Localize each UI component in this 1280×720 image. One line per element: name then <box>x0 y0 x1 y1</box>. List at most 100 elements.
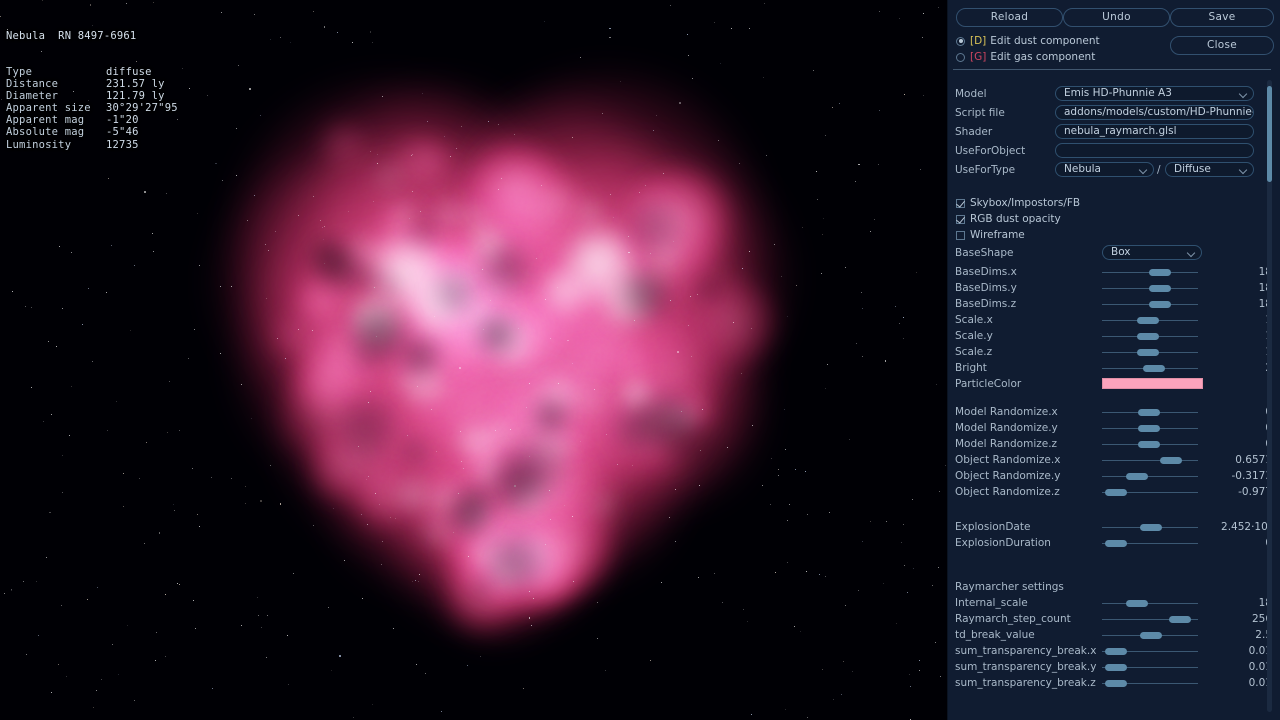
slider-row: BaseDims.z 18 <box>947 296 1280 312</box>
particle-color-label: ParticleColor <box>955 378 1022 390</box>
object-info-row: Diameter 121.79 ly <box>6 90 178 102</box>
object-info-value: -5"46 <box>106 126 139 139</box>
radio-dust-key: [D] <box>970 35 987 47</box>
slider-thumb[interactable] <box>1105 680 1127 687</box>
slider-row: Bright2 <box>947 360 1280 376</box>
slider-row: BaseDims.x 18 <box>947 264 1280 280</box>
useforobject-input[interactable] <box>1055 143 1254 158</box>
slider-thumb[interactable] <box>1160 457 1182 464</box>
slider-label: BaseDims.x <box>955 266 1017 278</box>
slider-row: Object Randomize.y -0.3173 <box>947 468 1280 484</box>
radio-gas-indicator <box>956 52 965 62</box>
slider-thumb[interactable] <box>1137 349 1159 356</box>
baseshape-select[interactable]: Box <box>1102 245 1202 260</box>
slider-thumb[interactable] <box>1138 425 1160 432</box>
slider-thumb[interactable] <box>1140 632 1162 639</box>
slider-thumb[interactable] <box>1126 473 1148 480</box>
shader-input[interactable]: nebula_raymarch.glsl <box>1055 124 1254 139</box>
checkbox-rgb-dust-opacity[interactable]: RGB dust opacity <box>956 213 1061 225</box>
slider-label: Raymarch_step_count <box>955 613 1071 625</box>
save-button[interactable]: Save <box>1170 8 1274 27</box>
slider-thumb[interactable] <box>1105 664 1127 671</box>
shader-value: nebula_raymarch.glsl <box>1064 125 1177 137</box>
nebula-render <box>216 72 788 639</box>
slider-thumb[interactable] <box>1169 616 1191 623</box>
model-select-value: Emis HD-Phunnie A3 <box>1064 87 1172 99</box>
slider-label: Bright <box>955 362 987 374</box>
slider-row: Scale.y1 <box>947 328 1280 344</box>
raymarcher-section-heading: Raymarcher settings <box>955 581 1064 593</box>
slider-thumb[interactable] <box>1149 269 1171 276</box>
object-info-value: 30°29'27"95 <box>106 102 178 115</box>
radio-edit-dust-component[interactable]: [D] Edit dust component <box>956 35 1100 47</box>
slider-row: td_break_value 2.5 <box>947 627 1280 643</box>
object-info-key: Distance <box>6 78 59 91</box>
slider-thumb[interactable] <box>1143 365 1165 372</box>
checkbox-rgb-dust-indicator <box>956 214 965 224</box>
slider-row: ExplosionDuration0 <box>947 535 1280 551</box>
render-viewport[interactable]: Nebula RN 8497-6961 Type diffuse Distance 2… <box>0 0 947 720</box>
panel-scrollbar-thumb[interactable] <box>1267 86 1272 182</box>
slider-thumb[interactable] <box>1105 540 1127 547</box>
slider-thumb[interactable] <box>1138 441 1160 448</box>
checkbox-skybox-impostors-fb[interactable]: Skybox/Impostors/FB <box>956 197 1080 209</box>
slider-track[interactable] <box>1102 460 1198 461</box>
panel-divider-top <box>953 69 1271 70</box>
slider-label: Scale.z <box>955 346 993 358</box>
script-file-value: addons/models/custom/HD-Phunnie-v9r2. <box>1064 106 1254 118</box>
object-info-row: Type diffuse <box>6 66 178 78</box>
object-info-value: diffuse <box>106 66 152 79</box>
row-shader: Shader nebula_raymarch.glsl <box>947 124 1280 140</box>
usefortype-secondary-select[interactable]: Diffuse <box>1165 162 1254 177</box>
slider-thumb[interactable] <box>1126 600 1148 607</box>
radio-edit-gas-component[interactable]: [G] Edit gas component <box>956 51 1095 63</box>
object-info-key: Absolute mag <box>6 126 85 139</box>
close-button[interactable]: Close <box>1170 36 1274 55</box>
slider-row: Object Randomize.z -0.977 <box>947 484 1280 500</box>
slider-row: Raymarch_step_count 256 <box>947 611 1280 627</box>
object-info-value: 121.79 ly <box>106 90 165 103</box>
slider-thumb[interactable] <box>1105 489 1127 496</box>
model-label: Model <box>955 88 987 100</box>
slider-thumb[interactable] <box>1149 285 1171 292</box>
usefortype-separator: / <box>1157 164 1161 176</box>
slider-row: ExplosionDate 2.452·10⁶ <box>947 519 1280 535</box>
slider-row: Model Randomize.y0 <box>947 420 1280 436</box>
nebula-editor-panel[interactable]: Reload Undo Save Close [D] Edit dust com… <box>947 0 1280 720</box>
row-model: Model Emis HD-Phunnie A3 <box>947 86 1280 102</box>
script-file-input[interactable]: addons/models/custom/HD-Phunnie-v9r2. <box>1055 105 1254 120</box>
slider-thumb[interactable] <box>1137 317 1159 324</box>
row-script-file: Script file addons/models/custom/HD-Phun… <box>947 105 1280 121</box>
slider-track[interactable] <box>1102 476 1198 477</box>
object-info-value: 231.57 ly <box>106 78 165 91</box>
slider-track[interactable] <box>1102 603 1198 604</box>
model-select[interactable]: Emis HD-Phunnie A3 <box>1055 86 1254 101</box>
slider-thumb[interactable] <box>1105 648 1127 655</box>
object-info-overlay: Nebula RN 8497-6961 Type diffuse Distance 2… <box>6 6 178 175</box>
row-usefortype: UseForType Nebula / Diffuse <box>947 162 1280 178</box>
slider-label: Scale.x <box>955 314 993 326</box>
undo-button[interactable]: Undo <box>1063 8 1170 27</box>
particle-color-swatch[interactable] <box>1102 378 1203 389</box>
slider-thumb[interactable] <box>1149 301 1171 308</box>
radio-dust-label: Edit dust component <box>990 35 1100 47</box>
object-title: Nebula RN 8497-6961 <box>6 30 137 43</box>
slider-thumb[interactable] <box>1138 409 1160 416</box>
shader-label: Shader <box>955 126 993 138</box>
reload-button[interactable]: Reload <box>956 8 1063 27</box>
object-info-key: Type <box>6 66 33 79</box>
checkbox-wireframe[interactable]: Wireframe <box>956 229 1025 241</box>
slider-label: Model Randomize.x <box>955 406 1058 418</box>
slider-thumb[interactable] <box>1140 524 1162 531</box>
slider-row: Model Randomize.z0 <box>947 436 1280 452</box>
object-info-row: Apparent mag -1"20 <box>6 114 178 126</box>
radio-gas-key: [G] <box>970 51 987 63</box>
script-file-label: Script file <box>955 107 1005 119</box>
checkbox-rgb-dust-label: RGB dust opacity <box>970 213 1061 225</box>
usefortype-primary-select[interactable]: Nebula <box>1055 162 1154 177</box>
slider-thumb[interactable] <box>1137 333 1159 340</box>
baseshape-label: BaseShape <box>955 247 1014 259</box>
baseshape-value: Box <box>1111 246 1131 258</box>
row-useforobject: UseForObject <box>947 143 1280 159</box>
object-info-key: Apparent mag <box>6 114 85 127</box>
